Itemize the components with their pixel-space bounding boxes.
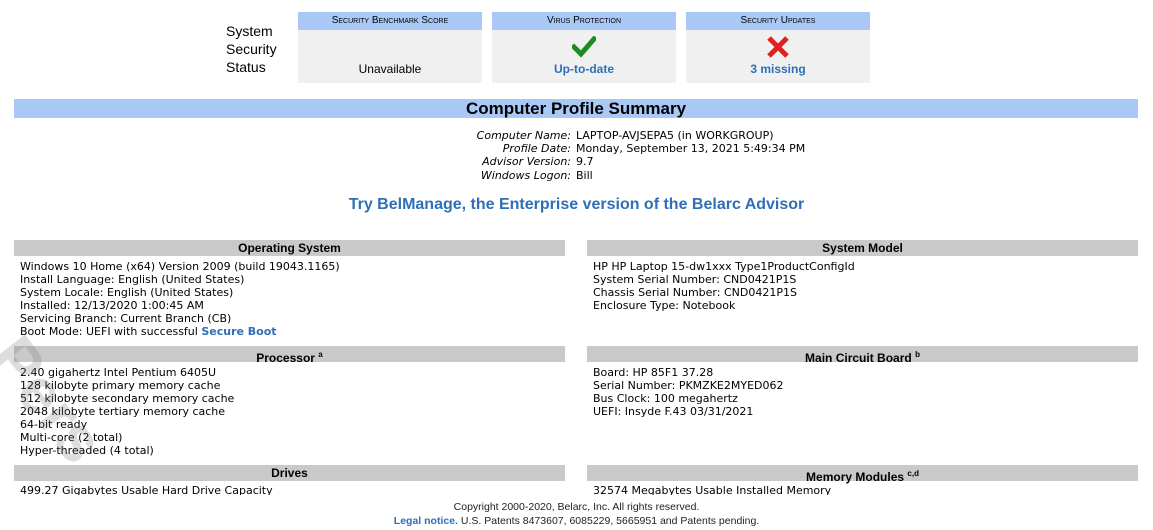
operating-system-details: Windows 10 Home (x64) Version 2009 (buil… <box>20 260 340 338</box>
virus-protection-value[interactable]: Up-to-date <box>492 62 676 76</box>
memory-line: 32574 Megabytes Usable Installed Memory <box>593 484 832 495</box>
security-updates-value[interactable]: 3 missing <box>686 62 870 76</box>
profile-key: Advisor Version: <box>482 155 571 169</box>
os-line: Windows 10 Home (x64) Version 2009 (buil… <box>20 260 340 273</box>
memory-details: 32574 Megabytes Usable Installed Memory <box>593 484 831 495</box>
profile-row: Windows Logon: Bill <box>0 169 1153 182</box>
os-boot-line: Boot Mode: UEFI with successful Secure B… <box>20 325 340 338</box>
model-line: System Serial Number: CND0421P1S <box>593 273 797 286</box>
board-line: UEFI: Insyde F.43 03/31/2021 <box>593 405 754 418</box>
processor-line: Multi-core (2 total) <box>20 431 123 444</box>
memory-clip: 32574 Megabytes Usable Installed Memory <box>587 483 1138 495</box>
main-circuit-board-header[interactable]: Main Circuit Board b <box>587 346 1138 365</box>
drives-header[interactable]: Drives <box>14 465 565 481</box>
status-label-line: System <box>226 23 273 39</box>
os-line: Installed: 12/13/2020 1:00:45 AM <box>20 299 204 312</box>
main-circuit-board-details: Board: HP 85F1 37.28 Serial Number: PKMZ… <box>593 366 783 418</box>
board-title: Main Circuit Board <box>805 351 912 365</box>
security-benchmark-box[interactable]: Security Benchmark Score Unavailable <box>298 12 482 83</box>
os-line: System Locale: English (United States) <box>20 286 234 299</box>
footnote-ref[interactable]: c,d <box>907 469 919 478</box>
belmanage-promo-link[interactable]: Try BelManage, the Enterprise version of… <box>0 196 1153 214</box>
footnote-ref[interactable]: b <box>915 350 920 359</box>
footer: Copyright 2000-2020, Belarc, Inc. All ri… <box>0 500 1153 528</box>
profile-summary-title: Computer Profile Summary <box>14 99 1138 118</box>
drives-clip: 499.27 Gigabytes Usable Hard Drive Capac… <box>14 483 565 495</box>
boot-mode-text: Boot Mode: UEFI with successful <box>20 325 202 338</box>
profile-key: Computer Name: <box>476 129 571 142</box>
os-line: Servicing Branch: Current Branch (CB) <box>20 312 232 325</box>
processor-line: Hyper-threaded (4 total) <box>20 444 154 457</box>
legal-notice-link[interactable]: Legal notice. <box>394 515 458 527</box>
memory-modules-header[interactable]: Memory Modules c,d <box>587 465 1138 484</box>
check-icon <box>492 35 676 60</box>
profile-key: Windows Logon: <box>480 168 571 182</box>
virus-protection-box[interactable]: Virus Protection Up-to-date <box>492 12 676 83</box>
status-label-line: Security <box>226 41 277 57</box>
status-label-line: Status <box>226 59 266 75</box>
profile-value: 9.7 <box>576 155 594 169</box>
patents-text: U.S. Patents 8473607, 6085229, 5665951 a… <box>457 515 760 527</box>
drives-line: 499.27 Gigabytes Usable Hard Drive Capac… <box>20 484 273 495</box>
processor-title: Processor <box>256 351 315 365</box>
processor-details: 2.40 gigahertz Intel Pentium 6405U 128 k… <box>20 366 234 457</box>
profile-value: Bill <box>576 168 593 182</box>
virus-protection-title: Virus Protection <box>492 12 676 30</box>
security-benchmark-value: Unavailable <box>358 62 422 76</box>
profile-row: Computer Name: LAPTOP-AVJSEPA5 (in WORKG… <box>0 129 1153 142</box>
profile-row: Advisor Version: 9.7 <box>0 155 1153 168</box>
profile-key: Profile Date: <box>502 142 571 156</box>
system-model-header[interactable]: System Model <box>587 240 1138 256</box>
legal-line: Legal notice. U.S. Patents 8473607, 6085… <box>0 514 1153 528</box>
drives-details: 499.27 Gigabytes Usable Hard Drive Capac… <box>20 484 273 495</box>
profile-value: Monday, September 13, 2021 5:49:34 PM <box>576 142 806 156</box>
operating-system-header[interactable]: Operating System <box>14 240 565 256</box>
board-line: Bus Clock: 100 megahertz <box>593 392 738 405</box>
board-line: Serial Number: PKMZKE2MYED062 <box>593 379 784 392</box>
processor-line: 128 kilobyte primary memory cache <box>20 379 221 392</box>
system-model-details: HP HP Laptop 15-dw1xxx Type1ProductConfi… <box>593 260 855 312</box>
x-icon <box>686 36 870 60</box>
model-line: Enclosure Type: Notebook <box>593 299 736 312</box>
system-security-status-label: System Security Status <box>226 22 296 76</box>
processor-line: 64-bit ready <box>20 418 88 431</box>
model-line: Chassis Serial Number: CND0421P1S <box>593 286 797 299</box>
os-line: Install Language: English (United States… <box>20 273 245 286</box>
profile-value: LAPTOP-AVJSEPA5 (in WORKGROUP) <box>576 129 774 142</box>
model-line: HP HP Laptop 15-dw1xxx Type1ProductConfi… <box>593 260 855 273</box>
processor-header[interactable]: Processor a <box>14 346 565 365</box>
profile-fields: Computer Name: LAPTOP-AVJSEPA5 (in WORKG… <box>0 129 1153 182</box>
processor-line: 2048 kilobyte tertiary memory cache <box>20 405 226 418</box>
security-updates-box[interactable]: Security Updates 3 missing <box>686 12 870 83</box>
security-updates-title: Security Updates <box>686 12 870 30</box>
secure-boot-link[interactable]: Secure Boot <box>201 325 276 338</box>
memory-title: Memory Modules <box>806 470 905 484</box>
processor-line: 512 kilobyte secondary memory cache <box>20 392 235 405</box>
security-benchmark-title: Security Benchmark Score <box>298 12 482 30</box>
board-line: Board: HP 85F1 37.28 <box>593 366 714 379</box>
processor-line: 2.40 gigahertz Intel Pentium 6405U <box>20 366 217 379</box>
profile-row: Profile Date: Monday, September 13, 2021… <box>0 142 1153 155</box>
footnote-ref[interactable]: a <box>318 350 322 359</box>
copyright-text: Copyright 2000-2020, Belarc, Inc. All ri… <box>453 501 700 513</box>
